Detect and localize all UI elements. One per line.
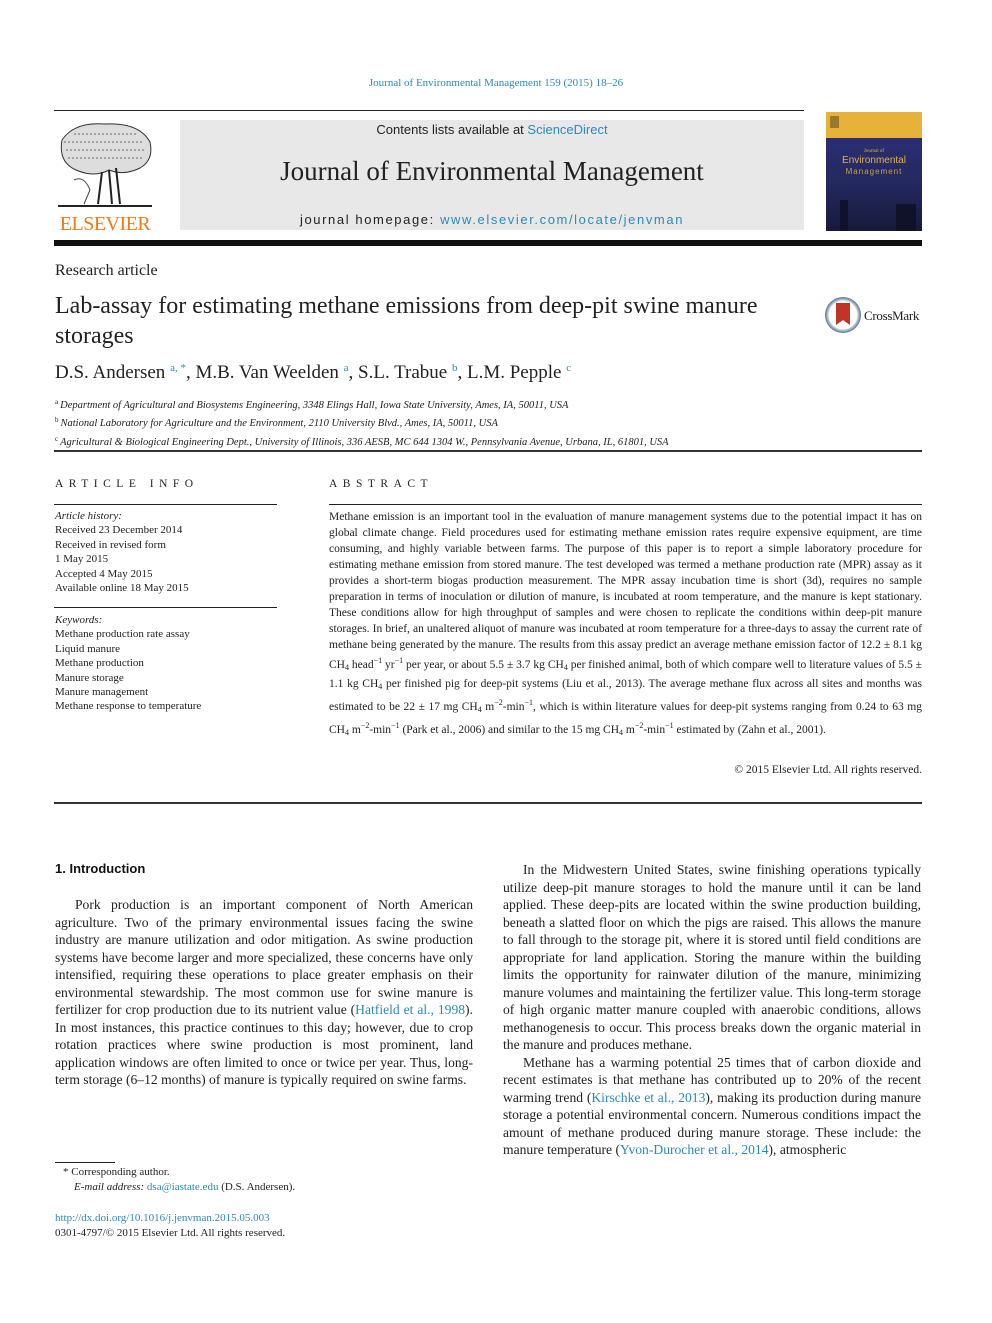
body-column-right: In the Midwestern United States, swine f… <box>503 861 921 1159</box>
footnote-rule <box>55 1162 115 1163</box>
doi-block: http://dx.doi.org/10.1016/j.jenvman.2015… <box>55 1211 285 1241</box>
author-affil-link[interactable]: a <box>344 362 349 374</box>
author-name: L.M. Pepple <box>466 362 562 383</box>
journal-title: Journal of Environmental Management <box>280 156 704 186</box>
body-column-left: Pork production is an important componen… <box>55 896 473 1089</box>
cover-title-line1: Environmental <box>842 155 906 166</box>
affiliation: a Department of Agricultural and Biosyste… <box>55 395 669 413</box>
article-info-rule <box>54 504 277 505</box>
abstract-heading: ABSTRACT <box>329 478 434 490</box>
abstract-copyright: © 2015 Elsevier Ltd. All rights reserved… <box>734 764 922 776</box>
keywords: Keywords: Methane production rate assay … <box>55 613 280 714</box>
keyword-item: Manure management <box>55 686 149 699</box>
email-link[interactable]: dsa@iastate.edu <box>147 1181 219 1193</box>
affil-text: National Laboratory for Agriculture and … <box>60 418 498 430</box>
article-title: Lab-assay for estimating methane emissio… <box>55 293 758 349</box>
history-item: Received in revised form <box>55 538 166 551</box>
affil-marker: c <box>55 434 59 443</box>
paragraph: Methane has a warming potential 25 times… <box>503 1054 922 1158</box>
keyword-item: Liquid manure <box>55 642 121 655</box>
affil-marker: b <box>55 416 59 425</box>
affil-text: Agricultural & Biological Engineering De… <box>60 436 669 448</box>
article-info-heading: ARTICLE INFO <box>55 478 199 490</box>
crossmark-ribbon-icon <box>836 303 850 325</box>
citation-link[interactable]: Kirschke et al., 2013 <box>591 1090 705 1105</box>
author-affil-link[interactable]: a, * <box>170 362 186 374</box>
keywords-rule <box>54 607 277 608</box>
keyword-item: Methane production rate assay <box>55 628 190 641</box>
author-affil-link[interactable]: c <box>566 362 571 374</box>
email-label: E-mail address: <box>74 1181 147 1193</box>
citation-link[interactable]: Hatfield et al., 1998 <box>355 1002 465 1017</box>
author-name: D.S. Andersen <box>55 362 166 383</box>
homepage-prefix: journal homepage: <box>299 212 441 227</box>
article-history: Article history: Received 23 December 20… <box>55 509 280 595</box>
article-type: Research article <box>55 262 158 279</box>
sciencedirect-link[interactable]: ScienceDirect <box>527 122 607 137</box>
keywords-label: Keywords: <box>55 614 103 626</box>
affiliations: a Department of Agricultural and Biosyste… <box>55 395 669 450</box>
author-name: M.B. Van Weelden <box>195 362 339 383</box>
keyword-item: Methane response to temperature <box>55 700 202 713</box>
cover-chimney-icon <box>840 200 848 231</box>
citation-link[interactable]: Yvon-Durocher et al., 2014 <box>620 1142 769 1157</box>
section-rule <box>54 450 922 452</box>
affil-text: Department of Agricultural and Biosystem… <box>60 400 569 411</box>
paragraph: In the Midwestern United States, swine f… <box>503 862 921 1052</box>
corresponding-label: Corresponding author. <box>71 1166 170 1178</box>
header-rule <box>54 110 804 111</box>
abstract-text: Methane emission is an important tool in… <box>329 511 923 737</box>
abstract-rule <box>329 504 922 505</box>
issn-copyright: 0301-4797/© 2015 Elsevier Ltd. All right… <box>55 1227 286 1239</box>
author-affil-link[interactable]: b <box>452 362 458 374</box>
homepage-line: journal homepage: www.elsevier.com/locat… <box>180 212 804 227</box>
doi-link[interactable]: http://dx.doi.org/10.1016/j.jenvman.2015… <box>55 1212 270 1224</box>
contents-prefix: Contents lists available at <box>376 122 528 137</box>
affil-marker: a <box>55 398 59 406</box>
cover-building-icon <box>896 204 916 231</box>
cover-elsevier-icon <box>830 116 839 128</box>
journal-cover-image[interactable]: Journal of Environmental Management <box>826 112 922 231</box>
keyword-item: Methane production <box>55 657 144 670</box>
crossmark-icon[interactable] <box>825 297 861 333</box>
author-list: D.S. Andersen a, *, M.B. Van Weelden a, … <box>55 362 572 383</box>
history-item: Accepted 4 May 2015 <box>55 567 153 580</box>
homepage-link[interactable]: www.elsevier.com/locate/jenvman <box>440 212 684 227</box>
cover-title-line2: Management <box>845 167 903 176</box>
history-item: 1 May 2015 <box>55 553 109 566</box>
section-rule <box>54 802 922 804</box>
affiliation: c Agricultural & Biological Engineering D… <box>55 432 669 450</box>
cover-journal-of: Journal of <box>863 149 885 154</box>
contents-line: Contents lists available at ScienceDirec… <box>180 122 804 137</box>
cover-band <box>826 112 922 138</box>
introduction-heading: 1. Introduction <box>55 861 146 876</box>
journal-masthead: Contents lists available at ScienceDirec… <box>180 120 804 230</box>
paragraph: Pork production is an important componen… <box>55 897 473 1087</box>
history-label: Article history: <box>55 510 122 522</box>
keyword-item: Manure storage <box>55 671 124 684</box>
crossmark-label[interactable]: CrossMark <box>864 308 919 324</box>
author-name: S.L. Trabue <box>358 362 448 383</box>
history-item: Received 23 December 2014 <box>55 524 183 537</box>
corresponding-author-footnote: * Corresponding author. E-mail address: … <box>63 1166 296 1193</box>
history-item: Available online 18 May 2015 <box>55 582 189 595</box>
masthead-bottom-rule <box>54 240 922 246</box>
affiliation: b National Laboratory for Agriculture and… <box>55 413 669 431</box>
journal-citation-link[interactable]: Journal of Environmental Management 159 … <box>0 77 992 89</box>
elsevier-wordmark: ELSEVIER <box>59 213 151 235</box>
